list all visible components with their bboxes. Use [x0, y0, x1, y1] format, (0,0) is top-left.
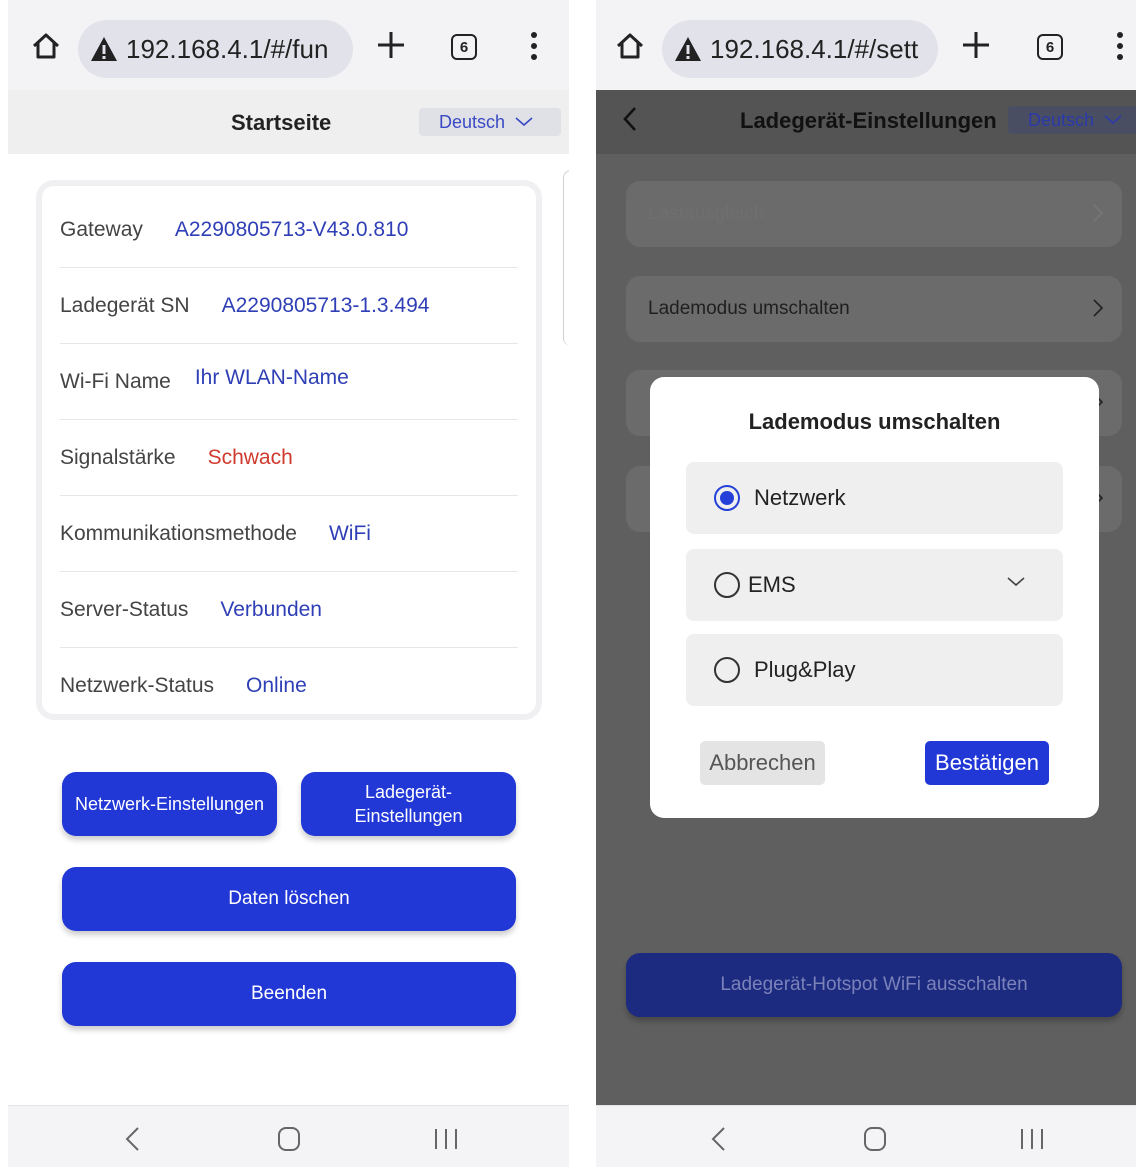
tab-count-icon[interactable]: 6	[451, 34, 477, 60]
chevron-down-icon	[1104, 115, 1122, 125]
app-header: Startseite Deutsch	[8, 90, 569, 154]
option-network[interactable]: Netzwerk	[686, 462, 1063, 534]
home-icon[interactable]	[30, 30, 62, 62]
back-icon[interactable]	[710, 1126, 726, 1152]
device-info-card: Gateway A2290805713-V43.0.810 Ladegerät …	[36, 180, 542, 720]
address-bar[interactable]: 192.168.4.1/#/fun	[78, 20, 353, 78]
option-label: Netzwerk	[754, 485, 846, 510]
warning-icon	[91, 37, 117, 61]
chevron-down-icon[interactable]	[1007, 577, 1025, 587]
delete-data-button[interactable]: Daten löschen	[62, 867, 516, 931]
system-nav-bar	[596, 1105, 1136, 1167]
info-value: Schwach	[207, 445, 293, 469]
confirm-button[interactable]: Bestätigen	[925, 741, 1049, 785]
more-menu-icon[interactable]	[1116, 32, 1124, 62]
settings-item-label: Lastausgleich	[648, 203, 765, 224]
info-row-communication: Kommunikationsmethode WiFi	[60, 496, 518, 572]
network-settings-button[interactable]: Netzwerk-Einstellungen	[62, 772, 277, 836]
settings-item-load-balancing[interactable]: Lastausgleich	[626, 181, 1122, 247]
info-label: Ladegerät SN	[60, 293, 190, 317]
browser-toolbar: 192.168.4.1/#/sett 6	[596, 0, 1136, 90]
scroll-indicator	[563, 170, 569, 346]
chevron-right-icon	[1093, 204, 1104, 222]
info-row-gateway: Gateway A2290805713-V43.0.810	[60, 192, 518, 268]
back-icon[interactable]	[124, 1126, 140, 1152]
back-icon[interactable]	[622, 106, 638, 132]
recent-apps-icon[interactable]	[1019, 1126, 1045, 1152]
tab-count: 6	[459, 38, 469, 56]
cancel-button[interactable]: Abbrechen	[700, 741, 825, 785]
charge-mode-dialog: Lademodus umschalten Netzwerk EMS Plug&P…	[650, 377, 1099, 818]
chevron-right-icon	[1093, 299, 1104, 317]
radio-unchecked-icon[interactable]	[714, 657, 740, 683]
info-label: Gateway	[60, 217, 143, 241]
language-select[interactable]: Deutsch	[419, 108, 561, 136]
charger-settings-button[interactable]: Ladegerät- Einstellungen	[301, 772, 516, 836]
warning-icon	[675, 37, 701, 61]
app-header: Ladegerät-Einstellungen Deutsch	[596, 90, 1136, 154]
option-label: EMS	[748, 572, 796, 597]
radio-checked-icon[interactable]	[714, 485, 740, 511]
info-value: A2290805713-1.3.494	[221, 293, 430, 317]
info-row-server-status: Server-Status Verbunden	[60, 572, 518, 648]
page-title: Startseite	[231, 110, 332, 135]
charger-settings-line1: Ladegerät-	[364, 782, 453, 802]
info-value: A2290805713-V43.0.810	[174, 217, 409, 241]
system-nav-bar	[8, 1105, 569, 1167]
exit-button[interactable]: Beenden	[62, 962, 516, 1026]
disable-hotspot-button[interactable]: Ladegerät-Hotspot WiFi ausschalten	[626, 953, 1122, 1017]
language-label: Deutsch	[1028, 109, 1095, 130]
info-label: Signalstärke	[60, 445, 176, 469]
info-row-network-status: Netzwerk-Status Online	[60, 648, 518, 724]
info-label: Wi-Fi Name	[60, 369, 171, 393]
info-value: WiFi	[328, 521, 371, 545]
info-label: Kommunikationsmethode	[60, 521, 297, 545]
home-nav-icon[interactable]	[277, 1126, 301, 1152]
option-ems[interactable]: EMS	[686, 549, 1063, 621]
new-tab-icon[interactable]	[376, 30, 406, 60]
chevron-down-icon	[515, 117, 533, 127]
settings-item-charge-mode[interactable]: Lademodus umschalten	[626, 276, 1122, 342]
new-tab-icon[interactable]	[961, 30, 991, 60]
tab-count: 6	[1045, 38, 1055, 56]
info-label: Server-Status	[60, 597, 189, 621]
info-value: Ihr WLAN-Name	[194, 365, 349, 389]
address-bar[interactable]: 192.168.4.1/#/sett	[662, 20, 938, 78]
language-label: Deutsch	[439, 111, 506, 132]
info-value: Verbunden	[220, 597, 322, 621]
info-label: Netzwerk-Status	[60, 674, 215, 697]
browser-toolbar: 192.168.4.1/#/fun 6	[8, 0, 569, 90]
home-screen: 192.168.4.1/#/fun 6 Startseite Deutsch G…	[8, 0, 569, 1167]
info-row-signal: Signalstärke Schwach	[60, 420, 518, 496]
home-icon[interactable]	[614, 30, 646, 62]
option-label: Plug&Play	[754, 657, 856, 682]
url-text: 192.168.4.1/#/sett	[710, 33, 919, 64]
recent-apps-icon[interactable]	[433, 1126, 459, 1152]
dialog-title: Lademodus umschalten	[748, 409, 1001, 434]
info-row-wifi-name: Wi-Fi Name Ihr WLAN-Name	[60, 344, 518, 420]
charger-settings-line2: Einstellungen	[354, 806, 463, 826]
radio-unchecked-icon[interactable]	[714, 572, 740, 598]
page-title: Ladegerät-Einstellungen	[740, 108, 997, 133]
home-nav-icon[interactable]	[863, 1126, 887, 1152]
settings-item-label: Lademodus umschalten	[648, 298, 850, 319]
url-text: 192.168.4.1/#/fun	[126, 33, 329, 64]
info-value: Online	[246, 674, 307, 697]
info-row-charger-sn: Ladegerät SN A2290805713-1.3.494	[60, 268, 518, 344]
more-menu-icon[interactable]	[530, 32, 538, 62]
language-select[interactable]: Deutsch	[1008, 106, 1136, 134]
charger-settings-screen: 192.168.4.1/#/sett 6 Ladegerät-Einstellu…	[596, 0, 1136, 1167]
tab-count-icon[interactable]: 6	[1037, 34, 1063, 60]
option-plug-and-play[interactable]: Plug&Play	[686, 634, 1063, 706]
